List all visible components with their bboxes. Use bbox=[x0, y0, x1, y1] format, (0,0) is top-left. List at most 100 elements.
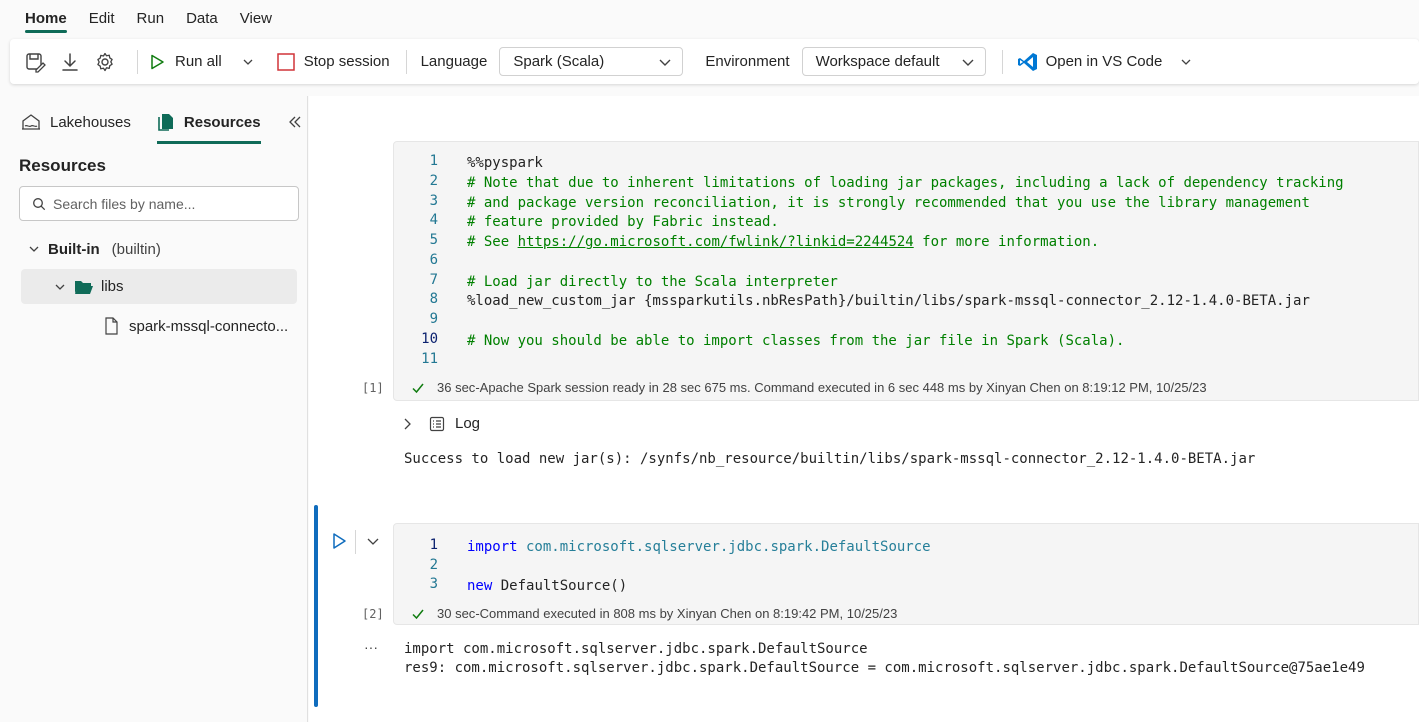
tab-resources[interactable]: Resources bbox=[156, 100, 261, 144]
file-stack-icon bbox=[158, 114, 173, 131]
cell-2-status: 30 sec -Command executed in 808 ms by Xi… bbox=[411, 606, 897, 621]
active-cell-indicator bbox=[314, 505, 318, 707]
chevron-down-icon bbox=[29, 246, 39, 252]
toolbar: Run all Stop session Language Spark (Sca… bbox=[10, 39, 1419, 84]
cell-2-output-line-1: import com.microsoft.sqlserver.jdbc.spar… bbox=[404, 641, 868, 657]
menu-edit[interactable]: Edit bbox=[78, 0, 126, 36]
run-all-label: Run all bbox=[175, 53, 222, 70]
stop-session-button[interactable]: Stop session bbox=[276, 47, 390, 77]
code-keyword: import bbox=[467, 539, 518, 555]
menu-view[interactable]: View bbox=[229, 0, 283, 36]
line-number: 1 bbox=[429, 153, 438, 169]
chevron-down-icon bbox=[55, 284, 65, 290]
search-box[interactable] bbox=[19, 186, 299, 221]
cell-1-output: Success to load new jar(s): /synfs/nb_re… bbox=[404, 451, 1256, 467]
execution-count: [1] bbox=[362, 381, 384, 395]
code-keyword: new bbox=[467, 578, 493, 594]
run-all-button[interactable]: Run all bbox=[148, 47, 222, 77]
cell-2-output-line-2: res9: com.microsoft.sqlserver.jdbc.spark… bbox=[404, 660, 1365, 676]
code-line: # and package version reconciliation, it… bbox=[467, 195, 1310, 211]
open-vscode-button[interactable]: Open in VS Code bbox=[1017, 47, 1163, 77]
output-more-icon[interactable]: ··· bbox=[364, 639, 378, 655]
tree-item-file[interactable]: spark-mssql-connecto... bbox=[104, 314, 288, 338]
play-icon bbox=[333, 533, 346, 549]
stop-icon bbox=[276, 52, 295, 71]
open-vscode-label: Open in VS Code bbox=[1045, 53, 1163, 70]
tab-lakehouses-label: Lakehouses bbox=[50, 113, 131, 131]
code-package: com.microsoft.sqlserver.jdbc.spark. bbox=[517, 539, 822, 555]
checkmark-icon bbox=[412, 609, 424, 619]
environment-label: Environment bbox=[705, 53, 790, 70]
code-line: # Note that due to inherent limitations … bbox=[467, 175, 1344, 191]
divider bbox=[1001, 49, 1003, 74]
tab-resources-label: Resources bbox=[183, 113, 261, 131]
code-line: %%pyspark bbox=[467, 155, 543, 171]
code-line: # See https://go.microsoft.com/fwlink/?l… bbox=[467, 232, 1099, 252]
tree-item-libs[interactable]: libs bbox=[21, 269, 297, 304]
line-number: 2 bbox=[429, 173, 438, 189]
line-number: 9 bbox=[429, 311, 438, 327]
menu-bar: Home Edit Run Data View bbox=[0, 0, 1419, 36]
builtin-sublabel: (builtin) bbox=[111, 240, 161, 258]
menu-home[interactable]: Home bbox=[14, 0, 78, 36]
language-value: Spark (Scala) bbox=[513, 53, 605, 70]
chevron-down-icon bbox=[659, 59, 671, 66]
divider bbox=[405, 49, 407, 74]
run-cell-button[interactable] bbox=[331, 532, 347, 555]
environment-value: Workspace default bbox=[815, 53, 940, 70]
code-line: new DefaultSource() bbox=[467, 576, 627, 596]
line-number: 11 bbox=[421, 351, 438, 367]
checkmark-icon bbox=[412, 383, 424, 393]
language-label: Language bbox=[420, 53, 488, 70]
cell-2-status-text: -Command executed in 808 ms by Xinyan Ch… bbox=[475, 606, 898, 621]
menu-run[interactable]: Run bbox=[126, 0, 176, 36]
code-line: %load_new_custom_jar {mssparkutils.nbRes… bbox=[467, 293, 1310, 309]
search-input[interactable] bbox=[53, 195, 293, 212]
menu-data[interactable]: Data bbox=[175, 0, 229, 36]
vscode-chevron-icon[interactable] bbox=[1180, 56, 1192, 68]
stop-session-label: Stop session bbox=[303, 53, 390, 70]
cell-1-status-text: -Apache Spark session ready in 28 sec 67… bbox=[475, 380, 1207, 395]
code-line: # Now you should be able to import class… bbox=[467, 333, 1125, 349]
line-number: 10 bbox=[421, 331, 438, 347]
environment-dropdown[interactable]: Workspace default bbox=[801, 47, 986, 76]
builtin-label: Built-in bbox=[48, 240, 100, 258]
chevron-right-icon bbox=[404, 418, 411, 429]
divider bbox=[355, 530, 356, 554]
run-all-chevron-icon[interactable] bbox=[242, 56, 254, 68]
resources-title: Resources bbox=[19, 156, 106, 175]
file-icon bbox=[105, 317, 118, 335]
sidebar-tabs: Lakehouses Resources bbox=[10, 100, 303, 144]
line-number: 3 bbox=[429, 193, 438, 209]
language-dropdown[interactable]: Spark (Scala) bbox=[499, 47, 684, 76]
cell-2-duration: 30 sec bbox=[437, 606, 476, 621]
chevron-down-icon bbox=[962, 59, 974, 66]
save-icon[interactable] bbox=[22, 49, 48, 75]
line-number: 8 bbox=[429, 291, 438, 307]
line-number: 3 bbox=[429, 576, 438, 592]
divider bbox=[137, 49, 138, 74]
download-icon[interactable] bbox=[57, 49, 83, 75]
file-label: spark-mssql-connecto... bbox=[129, 317, 289, 335]
line-number: 2 bbox=[429, 557, 438, 573]
search-icon bbox=[33, 197, 46, 210]
gear-icon[interactable] bbox=[92, 49, 118, 75]
libs-label: libs bbox=[101, 278, 124, 295]
code-comment: for more information. bbox=[913, 234, 1100, 250]
log-icon bbox=[429, 416, 445, 431]
tab-lakehouses[interactable]: Lakehouses bbox=[20, 100, 131, 144]
cell-1-duration: 36 sec bbox=[437, 380, 476, 395]
line-number: 7 bbox=[429, 272, 438, 288]
cell-1-status: 36 sec -Apache Spark session ready in 28… bbox=[411, 380, 1207, 395]
tree-item-builtin[interactable]: Built-in (builtin) bbox=[28, 238, 161, 260]
line-number: 5 bbox=[429, 232, 438, 248]
fwlink-link[interactable]: https://go.microsoft.com/fwlink/?linkid=… bbox=[518, 234, 914, 250]
code-class: DefaultSource bbox=[821, 539, 931, 555]
cell-options-chevron-icon[interactable] bbox=[366, 535, 380, 553]
log-label: Log bbox=[455, 415, 481, 432]
code-line: # Load jar directly to the Scala interpr… bbox=[467, 274, 838, 290]
collapse-icon[interactable] bbox=[287, 114, 303, 130]
line-number: 6 bbox=[429, 252, 438, 268]
code-line: import com.microsoft.sqlserver.jdbc.spar… bbox=[467, 537, 931, 557]
log-toggle[interactable]: Log bbox=[401, 415, 480, 432]
